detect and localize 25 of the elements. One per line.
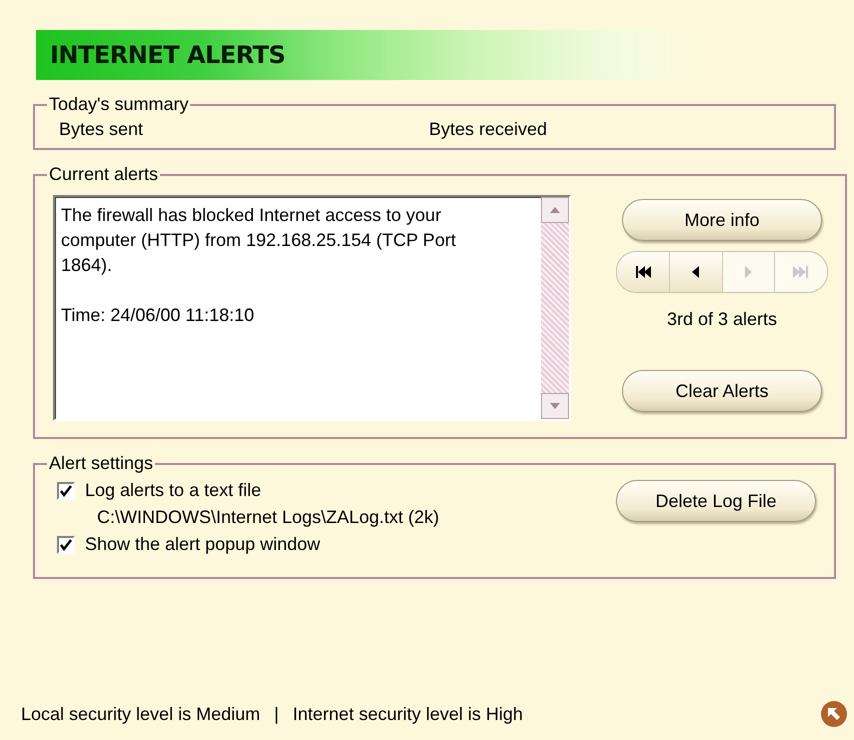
delete-log-button[interactable]: Delete Log File — [616, 480, 816, 522]
alert-message: The firewall has blocked Internet access to your computer (HTTP) from 192.168.25.154 (TCP Port 1864). — [61, 204, 457, 277]
scroll-down-icon[interactable] — [550, 403, 560, 409]
summary-label: Bytes received — [429, 119, 548, 140]
log-file-path: C:\WINDOWS\Internet Logs\ZALog.txt (2k) — [96, 507, 440, 528]
status-separator: | — [274, 704, 279, 724]
checkbox[interactable] — [57, 482, 75, 500]
checkbox-label: Show the alert popup window — [85, 534, 320, 555]
local-security-status: Local security level is Medium — [21, 704, 260, 724]
alert-text-area[interactable]: The firewall has blocked Internet access to your computer (HTTP) from 192.168.25.154 (TCP Port 1864). Time: 24/06/00 11:18:10 — [53, 195, 571, 421]
checkbox[interactable] — [57, 536, 75, 554]
alert-position: 3rd of 3 alerts — [666, 309, 778, 330]
page-title: INTERNET ALERTS — [50, 41, 286, 69]
group-label: Today's summary — [49, 94, 188, 114]
group-label: Current alerts — [49, 164, 158, 184]
group-label: Alert settings — [49, 453, 154, 473]
clear-alerts-button[interactable]: Clear Alerts — [622, 370, 822, 412]
internet-security-status: Internet security level is High — [292, 704, 523, 724]
more-info-button[interactable]: More info — [622, 199, 822, 241]
scrollbar[interactable] — [541, 197, 569, 419]
checkbox-label: Log alerts to a text file — [85, 480, 262, 501]
scroll-up-icon[interactable] — [550, 207, 560, 213]
summary-label: Bytes sent — [59, 119, 144, 140]
nav-button[interactable] — [617, 252, 670, 292]
alert-time: Time: 24/06/00 11:18:10 — [61, 304, 256, 327]
